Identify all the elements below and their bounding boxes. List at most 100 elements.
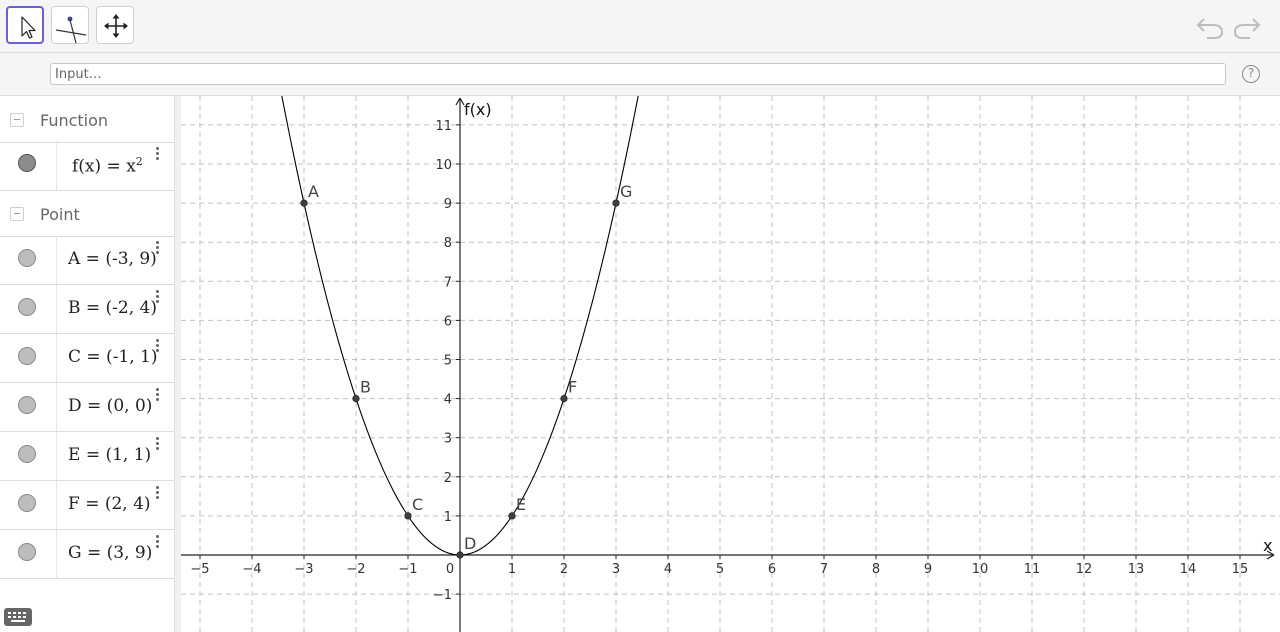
input-bar: ? xyxy=(0,53,1280,96)
point-label-d: D xyxy=(464,534,476,553)
x-tick-label: 8 xyxy=(872,562,880,577)
y-tick-label: −1 xyxy=(433,588,452,603)
point-label-c: C xyxy=(412,495,423,514)
visibility-toggle-point[interactable] xyxy=(18,249,36,267)
point-definition[interactable]: C = (-1, 1) xyxy=(68,347,158,367)
point-label-f: F xyxy=(568,378,577,397)
algebra-row-point-b[interactable]: B = (-2, 4) xyxy=(0,285,174,334)
x-tick-label: 10 xyxy=(972,562,989,577)
four-way-arrows-icon xyxy=(104,14,128,38)
x-tick-label: −2 xyxy=(346,562,365,577)
tick-labels: −5 −4 −3 −2 −1 0 1 2 3 4 5 6 7 8 9 10 11 12 13 14 15−1123456… xyxy=(190,119,1248,603)
points[interactable]: A B C D E F G xyxy=(300,182,633,559)
row-divider xyxy=(56,334,57,382)
algebra-row-point-c[interactable]: C = (-1, 1) xyxy=(0,334,174,383)
point-e[interactable] xyxy=(508,512,516,520)
x-tick-label: −5 xyxy=(190,562,209,577)
undo-button[interactable] xyxy=(1195,13,1225,41)
visibility-toggle-function[interactable] xyxy=(18,154,36,172)
group-header-function: Function xyxy=(0,98,174,143)
x-tick-label: −4 xyxy=(242,562,261,577)
more-menu-icon[interactable] xyxy=(156,290,160,306)
keyboard-icon[interactable] xyxy=(4,608,32,626)
y-tick-label: 3 xyxy=(444,432,452,447)
point-on-object-icon xyxy=(55,16,87,44)
x-tick-label: 4 xyxy=(664,562,672,577)
help-icon[interactable]: ? xyxy=(1242,65,1260,83)
collapse-function-button[interactable] xyxy=(10,113,24,127)
algebra-row-function[interactable]: f(x) = x2 xyxy=(0,141,174,191)
point-d[interactable] xyxy=(456,551,464,559)
algebra-row-point-g[interactable]: G = (3, 9) xyxy=(0,530,174,579)
graphics-view[interactable]: xf(x) −5 −4 −3 −2 −1 0 1 2 3 4 5 6 7 8 9 10 11 12 13 14 15−1… xyxy=(181,96,1280,632)
point-label-e: E xyxy=(516,495,526,514)
y-tick-label: 4 xyxy=(444,393,452,408)
point-a[interactable] xyxy=(300,199,308,207)
point-f[interactable] xyxy=(560,394,568,403)
function-definition[interactable]: f(x) = x2 xyxy=(72,155,143,177)
x-axis-label: x xyxy=(1263,536,1272,555)
function-exponent: 2 xyxy=(135,155,143,168)
point-definition[interactable]: F = (2, 4) xyxy=(68,494,151,514)
point-definition[interactable]: G = (3, 9) xyxy=(68,543,152,563)
point-g[interactable] xyxy=(612,199,620,207)
group-label-point: Point xyxy=(40,205,80,224)
visibility-toggle-point[interactable] xyxy=(18,494,36,512)
visibility-toggle-point[interactable] xyxy=(18,347,36,365)
visibility-toggle-point[interactable] xyxy=(18,543,36,561)
x-tick-label: 7 xyxy=(820,562,828,577)
row-divider xyxy=(56,432,57,480)
more-menu-icon[interactable] xyxy=(156,147,160,163)
algebra-row-point-d[interactable]: D = (0, 0) xyxy=(0,383,174,432)
redo-button[interactable] xyxy=(1232,13,1262,41)
point-b[interactable] xyxy=(352,394,360,403)
panel-divider[interactable] xyxy=(174,96,181,632)
row-divider xyxy=(56,383,57,431)
algebra-row-point-e[interactable]: E = (1, 1) xyxy=(0,432,174,481)
point-c[interactable] xyxy=(404,512,412,520)
input-field[interactable] xyxy=(50,63,1226,85)
point-label-b: B xyxy=(360,378,371,397)
more-menu-icon[interactable] xyxy=(156,486,160,502)
visibility-toggle-point[interactable] xyxy=(18,445,36,463)
more-menu-icon[interactable] xyxy=(156,535,160,551)
y-tick-label: 11 xyxy=(435,119,452,134)
x-tick-label: 12 xyxy=(1076,562,1093,577)
x-tick-label: 3 xyxy=(612,562,620,577)
more-menu-icon[interactable] xyxy=(156,388,160,404)
point-tool-button[interactable] xyxy=(51,6,89,44)
more-menu-icon[interactable] xyxy=(156,339,160,355)
algebra-row-point-a[interactable]: A = (-3, 9) xyxy=(0,236,174,285)
move-graphics-view-button[interactable] xyxy=(96,6,134,44)
row-divider xyxy=(56,530,57,578)
more-menu-icon[interactable] xyxy=(156,437,160,453)
move-tool-button[interactable] xyxy=(6,6,44,44)
x-tick-label: 13 xyxy=(1128,562,1145,577)
x-tick-label: 11 xyxy=(1024,562,1041,577)
algebra-view: Function f(x) = x2 Point A = (-3, 9) B =… xyxy=(0,96,174,632)
arrow-cursor-icon xyxy=(21,16,36,39)
point-definition[interactable]: A = (-3, 9) xyxy=(68,249,157,269)
point-definition[interactable]: E = (1, 1) xyxy=(68,445,151,465)
redo-icon xyxy=(1233,18,1261,39)
x-tick-label: −3 xyxy=(294,562,313,577)
y-tick-label: 8 xyxy=(444,236,452,251)
y-tick-label: 10 xyxy=(435,158,452,173)
grid xyxy=(181,96,1280,632)
x-tick-label: 6 xyxy=(768,562,776,577)
y-tick-label: 9 xyxy=(444,197,452,212)
y-tick-label: 6 xyxy=(444,314,452,329)
y-tick-label: 7 xyxy=(444,275,452,290)
x-tick-label: 0 xyxy=(446,562,454,577)
collapse-point-button[interactable] xyxy=(10,207,24,221)
undo-icon xyxy=(1196,18,1224,39)
more-menu-icon[interactable] xyxy=(156,241,160,257)
algebra-row-point-f[interactable]: F = (2, 4) xyxy=(0,481,174,530)
row-divider xyxy=(56,285,57,333)
point-definition[interactable]: B = (-2, 4) xyxy=(68,298,157,318)
point-definition[interactable]: D = (0, 0) xyxy=(68,396,152,416)
visibility-toggle-point[interactable] xyxy=(18,298,36,316)
x-tick-label: 15 xyxy=(1232,562,1249,577)
function-definition-text: f(x) = x xyxy=(72,156,136,177)
visibility-toggle-point[interactable] xyxy=(18,396,36,414)
